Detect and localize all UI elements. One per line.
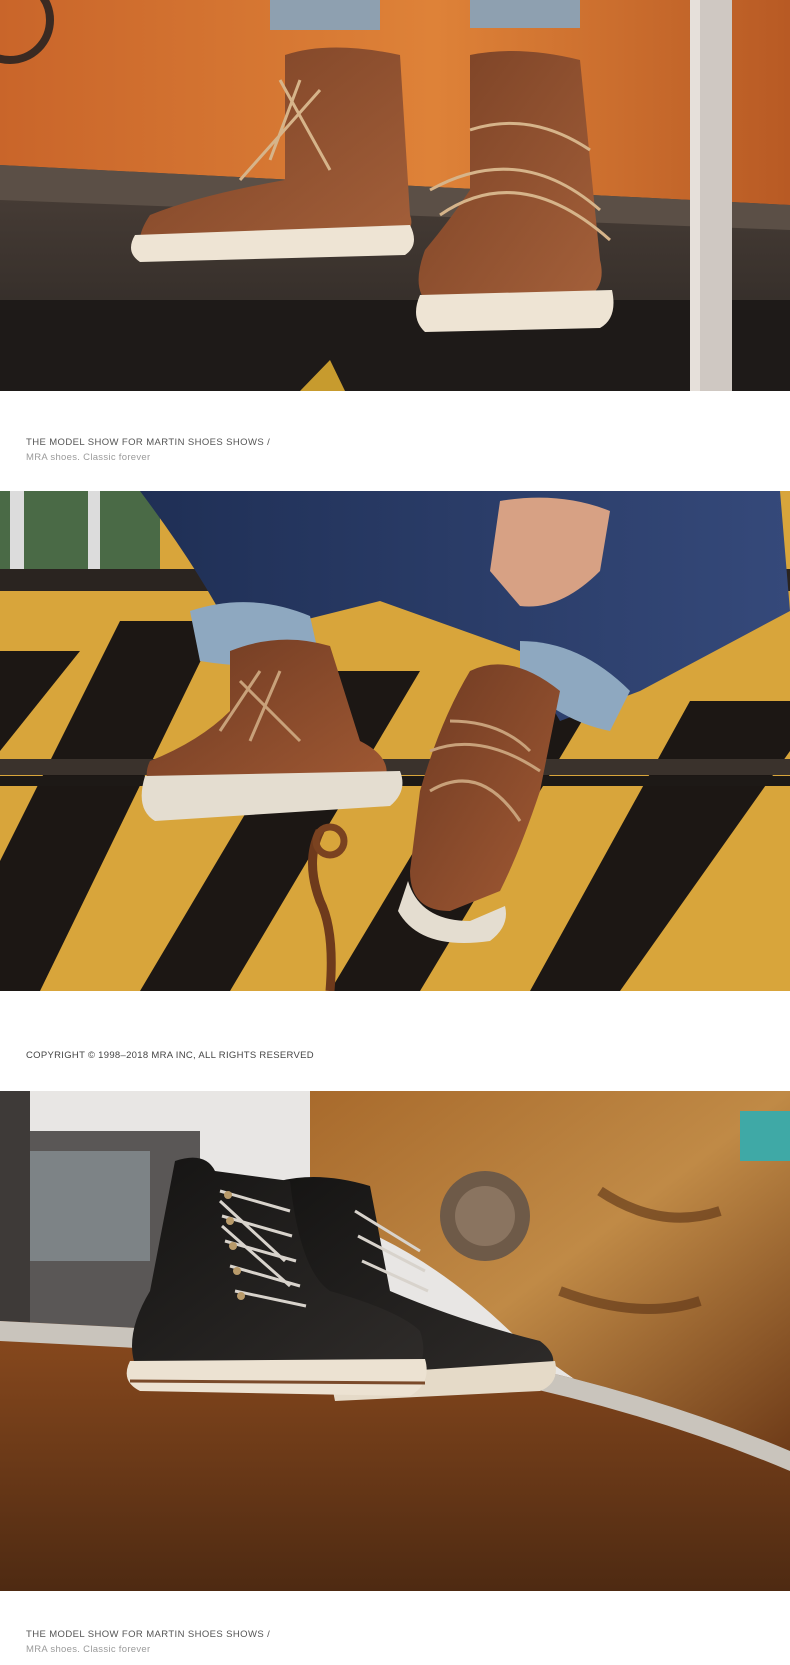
photo-brown-boots-hazard-image	[0, 491, 790, 991]
caption-subtitle: MRA shoes. Classic forever	[26, 1644, 151, 1655]
photo-black-boots-image	[0, 1091, 790, 1591]
caption-subtitle: MRA shoes. Classic forever	[26, 452, 151, 463]
model-photo-brown-boots-hazard-stripes	[0, 491, 790, 991]
model-show-caption: THE MODEL SHOW FOR MARTIN SHOES SHOWS / …	[26, 1629, 270, 1655]
product-photo-black-boots-rusty-machine	[0, 1091, 790, 1591]
model-photo-brown-boots-step	[0, 0, 790, 391]
caption-title: THE MODEL SHOW FOR MARTIN SHOES SHOWS /	[26, 437, 271, 448]
copyright-text: COPYRIGHT © 1998–2018 MRA INC, ALL RIGHT…	[26, 1050, 314, 1061]
photo-brown-boots-step-image	[0, 0, 790, 391]
model-show-caption: THE MODEL SHOW FOR MARTIN SHOES SHOWS / …	[26, 437, 270, 463]
product-detail-page: THE MODEL SHOW FOR MARTIN SHOES SHOWS / …	[0, 0, 790, 1665]
caption-title: THE MODEL SHOW FOR MARTIN SHOES SHOWS /	[26, 1629, 271, 1640]
